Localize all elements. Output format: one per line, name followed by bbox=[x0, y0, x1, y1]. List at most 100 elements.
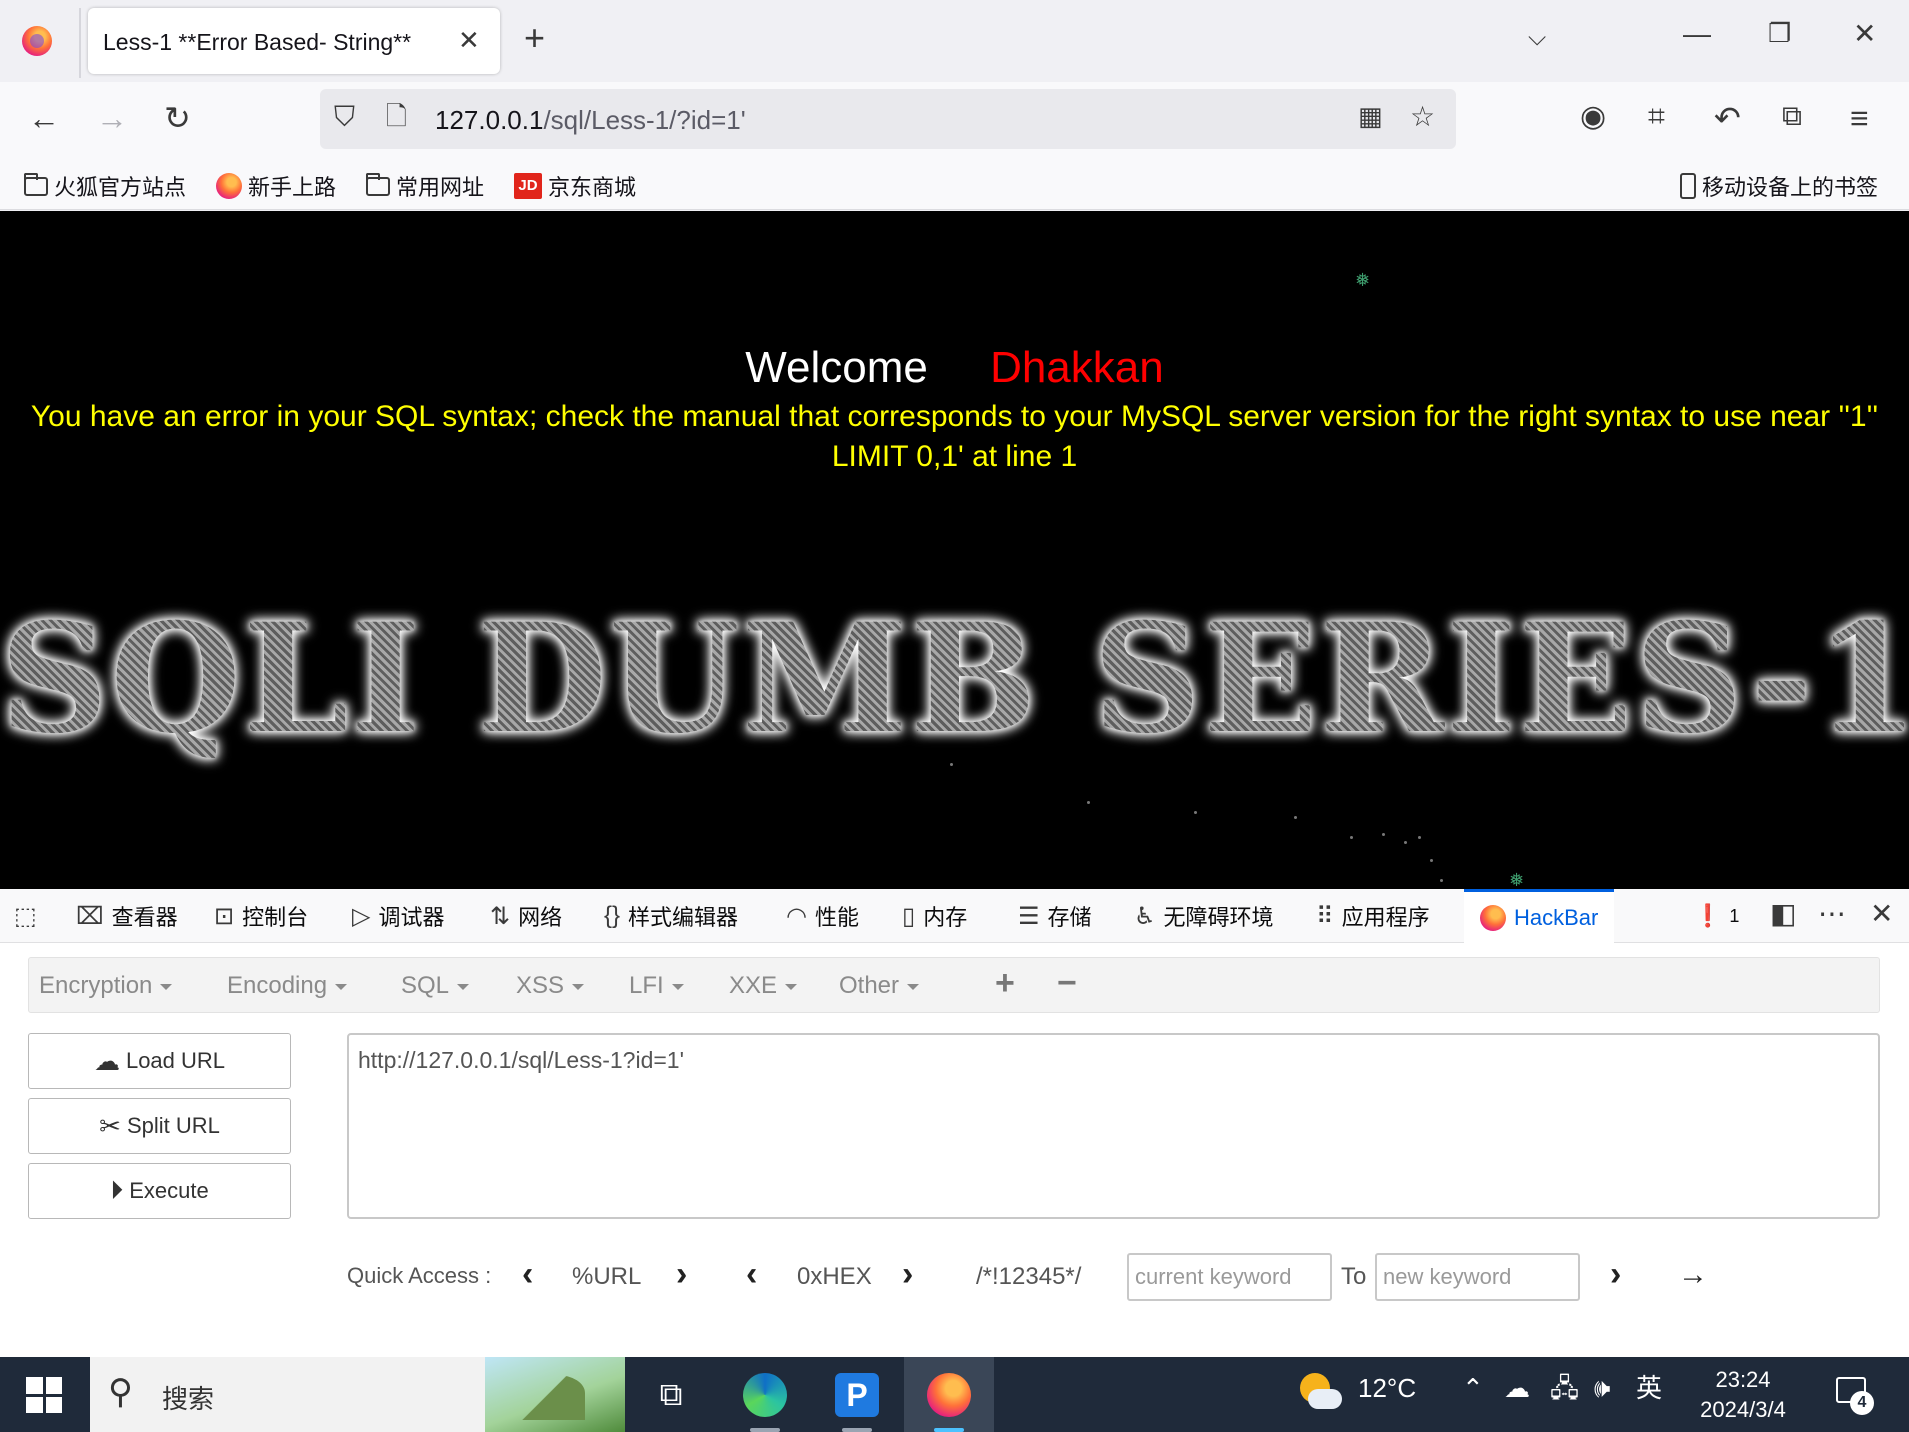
replace-next-icon[interactable]: › bbox=[1610, 1257, 1621, 1291]
mobile-device-icon bbox=[1680, 173, 1696, 199]
firefox-menu-icon[interactable] bbox=[22, 26, 52, 56]
bookmark-folder-firefox[interactable]: 火狐官方站点 bbox=[24, 170, 186, 202]
bookmark-star-icon[interactable]: ☆ bbox=[1410, 103, 1435, 131]
tab-hackbar[interactable]: HackBar bbox=[1464, 889, 1615, 943]
url-text[interactable]: 127.0.0.1/sql/Less-1/?id=1' bbox=[435, 105, 746, 136]
account-icon[interactable]: ◉ bbox=[1580, 102, 1606, 132]
replace-all-arrow-icon[interactable]: → bbox=[1678, 1260, 1708, 1290]
page-info-icon[interactable]: 🗋 bbox=[386, 103, 407, 129]
temperature[interactable]: 12°C bbox=[1358, 1375, 1416, 1401]
running-indicator bbox=[750, 1428, 780, 1432]
sparkle-decoration: ❅ bbox=[1355, 270, 1371, 290]
window-close-icon[interactable]: ✕ bbox=[1853, 20, 1876, 48]
tab-debugger[interactable]: ▷ 调试器 bbox=[352, 889, 444, 943]
welcome-heading: Welcome Dhakkan bbox=[0, 343, 1909, 393]
tab-inspector[interactable]: ⌧ 查看器 bbox=[76, 889, 178, 943]
tab-accessibility[interactable]: ♿ 无障碍环境 bbox=[1134, 889, 1274, 943]
inline-comment-button[interactable]: /*!12345*/ bbox=[976, 1265, 1081, 1289]
tab-active[interactable]: Less-1 **Error Based- String** ✕ bbox=[88, 8, 500, 74]
extensions-icon[interactable]: ⧉ bbox=[1782, 102, 1802, 130]
menu-xxe[interactable]: XXE bbox=[729, 972, 798, 1000]
network-icon[interactable]: 🖧 bbox=[1550, 1375, 1579, 1401]
button-label: Load URL bbox=[125, 1048, 226, 1073]
sql-error-message: You have an error in your SQL syntax; ch… bbox=[30, 400, 1879, 473]
windows-start-icon[interactable] bbox=[26, 1377, 62, 1413]
tab-style-editor[interactable]: {} 样式编辑器 bbox=[604, 889, 738, 943]
execute-button[interactable]: ⏵ Execute bbox=[28, 1163, 291, 1219]
hamburger-menu-icon[interactable]: ≡ bbox=[1850, 102, 1869, 134]
restore-icon[interactable]: ❐ bbox=[1768, 20, 1791, 46]
url-host: 127.0.0.1 bbox=[435, 105, 544, 135]
tab-memory[interactable]: ▯ 内存 bbox=[902, 889, 967, 943]
folder-icon bbox=[366, 172, 390, 196]
p-app[interactable]: P bbox=[812, 1357, 902, 1432]
url-encode-next-icon[interactable]: › bbox=[676, 1257, 687, 1291]
qr-code-icon[interactable]: ▦ bbox=[1358, 103, 1383, 129]
bookmark-jd[interactable]: JD 京东商城 bbox=[514, 170, 636, 202]
url-encode-prev-icon[interactable]: ‹ bbox=[522, 1257, 533, 1291]
forward-icon[interactable]: → bbox=[96, 102, 128, 134]
tab-storage[interactable]: ☰ 存储 bbox=[1018, 889, 1092, 943]
dot-decoration bbox=[1194, 811, 1197, 814]
more-options-icon[interactable]: ⋯ bbox=[1818, 900, 1846, 928]
ime-indicator[interactable]: 英 bbox=[1636, 1375, 1662, 1401]
hex-encode-next-icon[interactable]: › bbox=[902, 1257, 913, 1291]
current-keyword-input[interactable] bbox=[1127, 1253, 1332, 1301]
load-url-button[interactable]: ☁ Load URL bbox=[28, 1033, 291, 1089]
menu-label: Other bbox=[839, 972, 900, 999]
task-view-icon: ⧉ bbox=[659, 1375, 683, 1412]
web-page: ❅ ❅ Welcome Dhakkan You have an error in… bbox=[0, 211, 1909, 889]
bookmark-getting-started[interactable]: 新手上路 bbox=[216, 170, 336, 202]
new-keyword-input[interactable] bbox=[1375, 1253, 1580, 1301]
url-textarea[interactable]: http://127.0.0.1/sql/Less-1?id=1' bbox=[347, 1033, 1880, 1219]
volume-icon[interactable]: 🕪 bbox=[1594, 1375, 1610, 1401]
menu-other[interactable]: Other bbox=[839, 972, 920, 1000]
menu-lfi[interactable]: LFI bbox=[629, 972, 684, 1000]
error-counter[interactable]: ❗ 1 bbox=[1694, 889, 1739, 943]
url-bar[interactable]: ⛉ 🗋 127.0.0.1/sql/Less-1/?id=1' ▦ ☆ bbox=[320, 89, 1456, 149]
dock-side-icon[interactable]: ◧ bbox=[1770, 900, 1796, 928]
menu-encoding[interactable]: Encoding bbox=[227, 972, 348, 1000]
chevron-up-icon[interactable]: ⌃ bbox=[1462, 1375, 1484, 1401]
element-picker-icon[interactable]: ⬚ bbox=[14, 889, 37, 943]
back-icon[interactable]: ← bbox=[28, 102, 60, 134]
hex-encode-label: 0xHEX bbox=[797, 1263, 872, 1290]
undo-icon[interactable]: ↶ bbox=[1714, 102, 1741, 134]
shield-icon[interactable]: ⛉ bbox=[334, 103, 355, 131]
onedrive-cloud-icon[interactable]: ☁ bbox=[1504, 1375, 1530, 1401]
navigation-toolbar: ← → ↻ ⛉ 🗋 127.0.0.1/sql/Less-1/?id=1' ▦ … bbox=[0, 82, 1909, 156]
bookmark-mobile[interactable]: 移动设备上的书签 bbox=[1680, 170, 1878, 202]
minimize-icon[interactable]: — bbox=[1683, 20, 1711, 48]
devtools-panel: ⬚ ⌧ 查看器 ⊡ 控制台 ▷ 调试器 ⇅ 网络 {} 样式编辑器 ◠ 性能 ▯ 内存 ☰ 存储… bbox=[0, 889, 1909, 1357]
menu-sql[interactable]: SQL bbox=[401, 972, 470, 1000]
tab-console[interactable]: ⊡ 控制台 bbox=[214, 889, 308, 943]
menu-xss[interactable]: XSS bbox=[516, 972, 585, 1000]
new-tab-icon[interactable]: + bbox=[524, 20, 545, 56]
debugger-icon: ▷ bbox=[352, 902, 371, 930]
firefox-app[interactable] bbox=[904, 1357, 994, 1432]
bookmark-folder-common[interactable]: 常用网址 bbox=[366, 170, 484, 202]
task-view-button[interactable]: ⧉ bbox=[626, 1357, 716, 1432]
crop-icon[interactable]: ⌗ bbox=[1648, 102, 1665, 132]
menu-encryption[interactable]: Encryption bbox=[39, 972, 173, 1000]
devtools-close-icon[interactable]: ✕ bbox=[1870, 900, 1893, 928]
weather-icon[interactable] bbox=[1298, 1371, 1344, 1417]
hex-encode-prev-icon[interactable]: ‹ bbox=[746, 1257, 757, 1291]
notification-center[interactable]: 4 bbox=[1832, 1373, 1874, 1415]
clock[interactable]: 23:24 2024/3/4 bbox=[1688, 1365, 1798, 1425]
devtools-toolbar: ⬚ ⌧ 查看器 ⊡ 控制台 ▷ 调试器 ⇅ 网络 {} 样式编辑器 ◠ 性能 ▯ 内存 ☰ 存储… bbox=[0, 889, 1909, 943]
tab-network[interactable]: ⇅ 网络 bbox=[490, 889, 562, 943]
tab-performance[interactable]: ◠ 性能 bbox=[786, 889, 859, 943]
add-icon[interactable]: + bbox=[995, 966, 1015, 1000]
search-highlight-illustration bbox=[485, 1357, 625, 1432]
reload-icon[interactable]: ↻ bbox=[164, 102, 191, 134]
tab-application[interactable]: ⠿ 应用程序 bbox=[1316, 889, 1430, 943]
split-url-button[interactable]: ✂ Split URL bbox=[28, 1098, 291, 1154]
edge-app[interactable] bbox=[720, 1357, 810, 1432]
tab-label: 性能 bbox=[814, 905, 859, 930]
taskbar-search[interactable]: ⚲ 搜索 bbox=[90, 1357, 625, 1432]
tab-close-icon[interactable]: ✕ bbox=[458, 25, 480, 56]
list-all-tabs-icon[interactable]: ⌵ bbox=[1528, 26, 1546, 50]
remove-icon[interactable]: − bbox=[1057, 966, 1077, 1000]
windows-taskbar: ⚲ 搜索 ⧉ P 12°C ⌃ ☁ 🖧 🕪 英 23:24 2024/3/4 4 bbox=[0, 1357, 1909, 1432]
